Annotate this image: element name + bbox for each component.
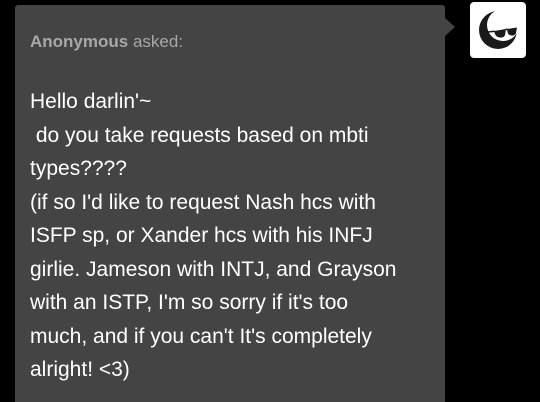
crescent-moon-sunglasses-avatar-icon — [479, 9, 519, 49]
ask-message: Hello darlin'~ do you take requests base… — [30, 85, 430, 387]
ask-bubble: Anonymous asked: Hello darlin'~ do you t… — [15, 5, 445, 402]
bubble-tail — [445, 18, 455, 36]
message-line: Hello darlin'~ — [30, 90, 152, 113]
message-line: girlie. Jameson with INTJ, and Grayson — [30, 257, 397, 281]
ask-post: Anonymous asked: Hello darlin'~ do you t… — [0, 0, 540, 402]
message-line: ISFP sp, or Xander hcs with his INFJ — [30, 224, 373, 247]
message-line: with an ISTP, I'm so sorry if it's too — [30, 291, 349, 314]
message-line: alright! <3) — [30, 358, 130, 381]
asker-name: Anonymous — [30, 32, 129, 51]
avatar[interactable] — [470, 2, 526, 58]
asked-label: asked: — [132, 32, 184, 51]
message-line: (if so I'd like to request Nash hcs with — [30, 190, 376, 214]
message-line: do you take requests based on mbti — [30, 123, 369, 147]
ask-header: Anonymous asked: — [30, 31, 183, 53]
message-line: much, and if you can't It's completely — [30, 324, 372, 348]
message-line: types???? — [30, 157, 127, 180]
